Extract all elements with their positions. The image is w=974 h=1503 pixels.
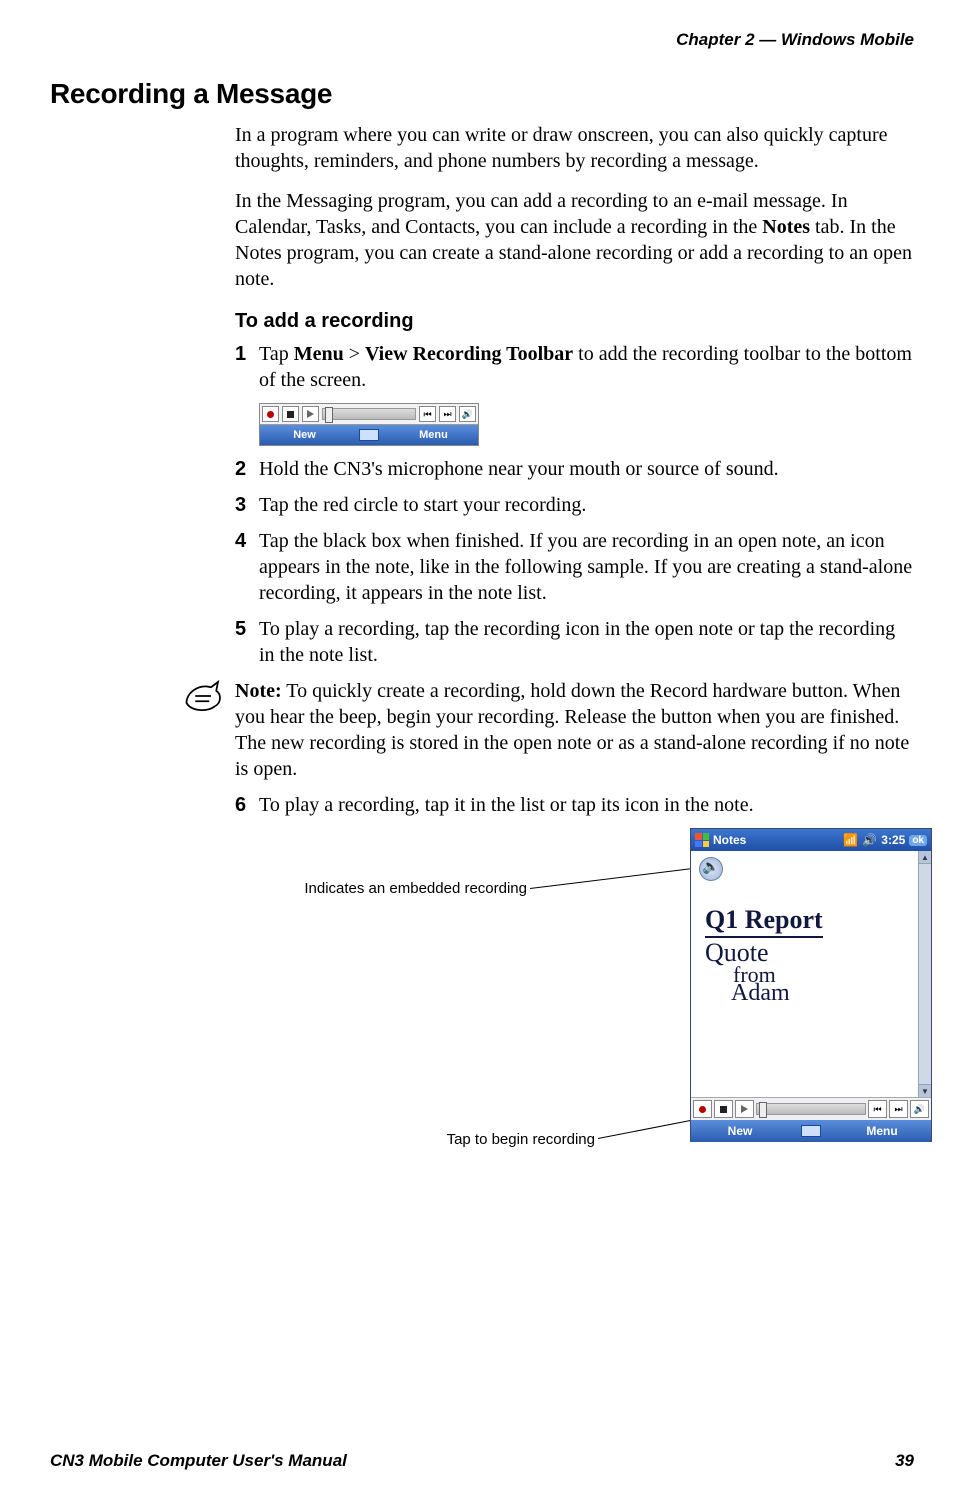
record-icon — [693, 1100, 712, 1118]
notes-app-figure: Indicates an embedded recording Tap to b… — [235, 828, 914, 1158]
bold-text: Menu — [294, 343, 344, 365]
stop-icon — [282, 406, 299, 422]
windows-flag-icon — [695, 833, 709, 847]
running-header: Chapter 2 — Windows Mobile — [50, 30, 914, 50]
softkey-menu: Menu — [833, 1124, 931, 1138]
step-text: To play a recording, tap it in the list … — [259, 792, 914, 818]
callout-leader-line — [598, 1119, 696, 1139]
step-text: Tap the black box when finished. If you … — [259, 528, 914, 606]
note-label: Note: — [235, 680, 282, 702]
step-item: 2 Hold the CN3's microphone near your mo… — [235, 456, 914, 482]
procedure-title: To add a recording — [235, 310, 914, 333]
app-title: Notes — [713, 833, 746, 847]
scroll-up-icon: ▲ — [919, 851, 931, 864]
footer-page-number: 39 — [895, 1451, 914, 1471]
body-paragraph: In a program where you can write or draw… — [235, 122, 914, 174]
volume-icon: 🔊 — [459, 406, 476, 422]
softkey-new: New — [260, 429, 349, 441]
callout-label: Tap to begin recording — [375, 1131, 595, 1148]
record-icon — [262, 406, 279, 422]
bold-text: View Recording Toolbar — [365, 343, 573, 365]
step-number: 4 — [235, 528, 259, 606]
callout-label: Indicates an embedded recording — [235, 880, 527, 897]
step-item: 1 Tap Menu > View Recording Toolbar to a… — [235, 341, 914, 393]
step-number: 5 — [235, 616, 259, 668]
text-run: > — [344, 343, 365, 365]
keyboard-icon — [359, 429, 379, 441]
callout-leader-line — [530, 867, 702, 889]
step-item: 6 To play a recording, tap it in the lis… — [235, 792, 914, 818]
scroll-down-icon: ▼ — [919, 1084, 931, 1097]
step-number: 2 — [235, 456, 259, 482]
step-item: 5 To play a recording, tap the recording… — [235, 616, 914, 668]
handwritten-note: Q1 Report Quote from Adam — [705, 905, 905, 1007]
step-item: 3 Tap the red circle to start your recor… — [235, 492, 914, 518]
prev-icon: ⏮ — [419, 406, 436, 422]
next-icon: ⏭ — [439, 406, 456, 422]
step-text: Hold the CN3's microphone near your mout… — [259, 456, 914, 482]
device-screenshot: Notes 📶 🔊 3:25 ok Q1 Report Quote from A… — [690, 828, 932, 1142]
handwriting-line: Adam — [731, 980, 905, 1007]
play-icon — [735, 1100, 754, 1118]
text-run: Tap — [259, 343, 294, 365]
step-number: 1 — [235, 341, 259, 393]
step-number: 6 — [235, 792, 259, 818]
note-icon — [183, 678, 225, 782]
softkey-menu: Menu — [389, 429, 478, 441]
signal-icon: 📶 — [843, 833, 858, 847]
seek-slider — [756, 1103, 866, 1115]
note-block: Note: To quickly create a recording, hol… — [183, 678, 914, 782]
recording-toolbar-figure: ⏮ ⏭ 🔊 New Menu — [259, 403, 479, 446]
step-text: To play a recording, tap the recording i… — [259, 616, 914, 668]
embedded-recording-icon — [699, 857, 723, 881]
note-body: To quickly create a recording, hold down… — [235, 680, 909, 780]
play-icon — [302, 406, 319, 422]
seek-slider — [322, 408, 416, 420]
scrollbar: ▲ ▼ — [918, 851, 931, 1097]
softkey-new: New — [691, 1124, 789, 1138]
section-heading: Recording a Message — [50, 78, 914, 110]
next-icon: ⏭ — [889, 1100, 908, 1118]
bold-text: Notes — [762, 216, 810, 238]
step-number: 3 — [235, 492, 259, 518]
step-text: Tap the red circle to start your recordi… — [259, 492, 914, 518]
volume-icon: 🔊 — [910, 1100, 929, 1118]
step-item: 4 Tap the black box when finished. If yo… — [235, 528, 914, 606]
handwriting-line: Q1 Report — [705, 905, 823, 938]
clock-text: 3:25 — [881, 833, 905, 847]
text-run: In the Messaging program, you can add a … — [235, 190, 848, 238]
volume-icon: 🔊 — [862, 833, 877, 847]
footer-manual-title: CN3 Mobile Computer User's Manual — [50, 1451, 347, 1471]
keyboard-icon — [801, 1125, 821, 1137]
stop-icon — [714, 1100, 733, 1118]
ok-button: ok — [909, 835, 927, 846]
prev-icon: ⏮ — [868, 1100, 887, 1118]
body-paragraph: In the Messaging program, you can add a … — [235, 188, 914, 292]
